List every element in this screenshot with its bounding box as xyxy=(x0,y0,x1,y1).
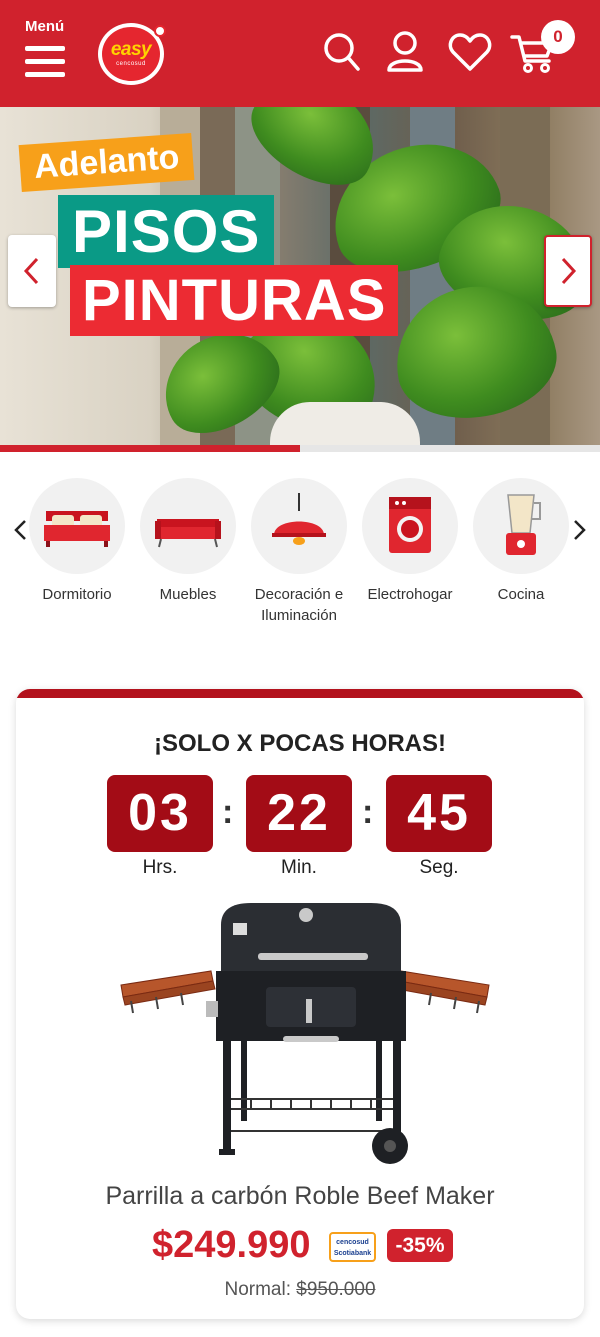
product-name[interactable]: Parrilla a carbón Roble Beef Maker xyxy=(16,1182,584,1211)
normal-price-label: Normal: xyxy=(224,1279,291,1300)
timer-hours: 03 xyxy=(107,775,213,852)
lamp-icon xyxy=(251,478,347,574)
chevron-right-icon xyxy=(561,257,577,285)
timer-hours-label: Hrs. xyxy=(142,857,178,878)
top-header: Menú easy cencosud 0 xyxy=(0,0,600,107)
washing-machine-icon xyxy=(362,478,458,574)
timer-minutes: 22 xyxy=(246,775,352,852)
category-label: Dormitorio xyxy=(42,586,112,603)
normal-price: $950.000 xyxy=(296,1279,376,1300)
logo-sub: cencosud xyxy=(116,61,146,67)
category-muebles[interactable]: Muebles xyxy=(133,478,243,605)
chevron-right-icon[interactable] xyxy=(570,518,588,542)
countdown-timer: 03 : 22 : 45 Hrs. Min. Seg. xyxy=(16,775,584,885)
card-badge-line2: Scotiabank xyxy=(333,1250,372,1257)
easy-logo[interactable]: easy cencosud xyxy=(98,23,166,85)
menu-icon xyxy=(25,46,65,80)
banner-tag-pisos: PISOS xyxy=(58,195,275,268)
timer-separator: : xyxy=(362,793,374,831)
category-decoracion[interactable]: Decoración e Iluminación xyxy=(244,478,354,626)
banner-next-button[interactable] xyxy=(544,235,592,307)
product-image[interactable] xyxy=(111,901,491,1171)
offer-price: $249.990 xyxy=(152,1224,311,1266)
user-icon[interactable] xyxy=(381,28,429,76)
price-row: $249.990 cencosud Scotiabank -35% xyxy=(16,1224,584,1270)
banner-progress xyxy=(0,445,600,452)
banner-tag-pinturas: PINTURAS xyxy=(70,265,399,336)
category-label: Decoración e Iluminación xyxy=(254,586,344,624)
chevron-left-icon xyxy=(23,257,39,285)
category-carousel: Dormitorio Muebles Decoración e Iluminac… xyxy=(0,478,600,638)
cart-count-badge: 0 xyxy=(541,20,575,54)
discount-badge: -35% xyxy=(387,1229,453,1262)
bed-icon xyxy=(29,478,125,574)
deal-title: ¡SOLO X POCAS HORAS! xyxy=(153,730,447,757)
timer-seconds-label: Seg. xyxy=(419,857,459,878)
banner-prev-button[interactable] xyxy=(8,235,56,307)
timer-minutes-label: Min. xyxy=(281,857,317,878)
category-label: Muebles xyxy=(159,586,217,603)
normal-price-row: Normal: $950.000 xyxy=(16,1279,584,1301)
sofa-icon xyxy=(140,478,236,574)
flash-deal-card[interactable]: ¡SOLO X POCAS HORAS! 03 : 22 : 45 Hrs. M… xyxy=(16,689,584,1319)
logo-word: easy xyxy=(110,39,152,60)
menu-label: Menú xyxy=(25,18,65,35)
category-label: Cocina xyxy=(497,586,545,603)
category-dormitorio[interactable]: Dormitorio xyxy=(22,478,132,605)
category-label: Electrohogar xyxy=(367,586,453,603)
timer-seconds: 45 xyxy=(386,775,492,852)
heart-icon[interactable] xyxy=(446,28,494,76)
promo-banner[interactable]: Adelanto PISOS PINTURAS xyxy=(0,107,600,445)
timer-separator: : xyxy=(222,793,234,831)
category-cocina[interactable]: Cocina xyxy=(466,478,576,605)
banner-progress-fill xyxy=(0,445,300,452)
category-electrohogar[interactable]: Electrohogar xyxy=(355,478,465,605)
cencosud-card-badge: cencosud Scotiabank xyxy=(329,1232,376,1262)
blender-icon xyxy=(473,478,569,574)
menu-button[interactable]: Menú xyxy=(22,18,72,84)
search-icon[interactable] xyxy=(318,28,366,76)
card-badge-line1: cencosud xyxy=(336,1239,369,1246)
